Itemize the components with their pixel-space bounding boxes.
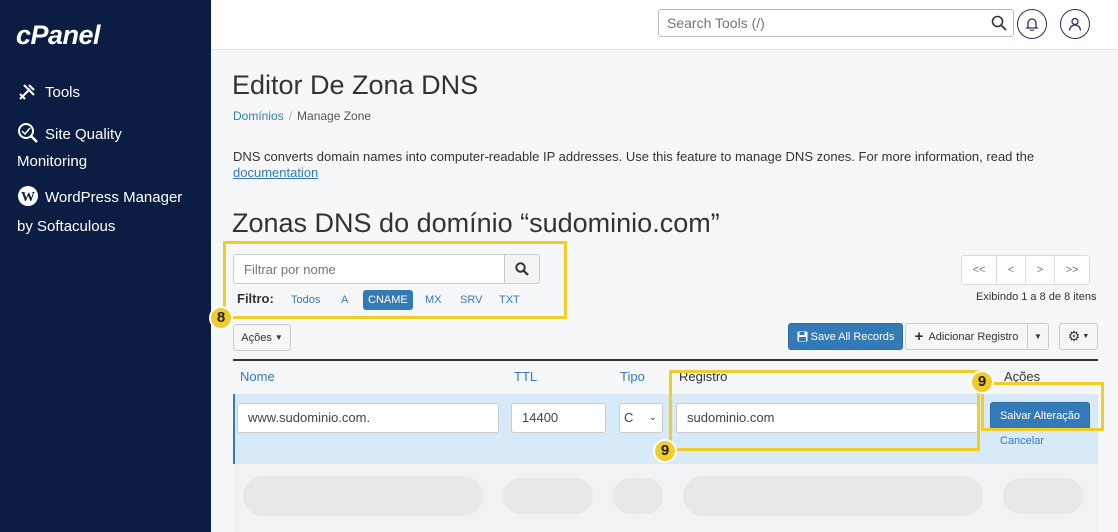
search-input[interactable]: [659, 10, 969, 36]
blurred-content: [1003, 478, 1083, 514]
column-header-type[interactable]: Tipo: [620, 369, 645, 384]
sidebar-item-site-quality[interactable]: Site Quality: [17, 121, 122, 148]
caret-down-icon: ▼: [1082, 333, 1090, 340]
breadcrumb: Domínios / Manage Zone: [233, 109, 371, 123]
sidebar-item-tools[interactable]: Tools: [17, 79, 80, 106]
save-all-records-button[interactable]: Save All Records: [788, 323, 903, 350]
settings-dropdown[interactable]: ⚙ ▼: [1059, 323, 1098, 350]
gear-icon: ⚙: [1067, 328, 1081, 344]
sidebar-item-label-cont[interactable]: by Softaculous: [17, 213, 115, 240]
bell-icon: [1025, 18, 1039, 31]
cancel-link[interactable]: Cancelar: [1000, 435, 1044, 447]
sidebar-item-label: WordPress Manager: [45, 189, 183, 206]
record-name-input[interactable]: www.sudominio.com.: [237, 403, 499, 433]
add-record-label: Adicionar Registro: [928, 330, 1019, 343]
main-content: Editor De Zona DNS Domínios / Manage Zone …: [209, 50, 1118, 532]
sidebar-item-label: Tools: [45, 84, 81, 101]
pager-last[interactable]: >>: [1054, 255, 1090, 285]
save-all-label: Save All Records: [810, 330, 895, 343]
documentation-link[interactable]: documentation: [233, 165, 318, 180]
pager-next[interactable]: >: [1025, 255, 1055, 285]
user-icon: [1068, 17, 1082, 31]
actions-label: Ações: [241, 331, 272, 344]
sidebar-item-label-cont[interactable]: Monitoring: [17, 148, 87, 175]
add-record-dropdown[interactable]: ▼: [1027, 323, 1049, 350]
blurred-content: [613, 478, 663, 514]
sidebar-item-wordpress[interactable]: W WordPress Manager: [17, 184, 182, 211]
table-top-border: [233, 359, 1098, 361]
blurred-rows: [233, 464, 1098, 532]
sidebar: cPanel Tools Site Quality Monitoring W W…: [0, 0, 211, 532]
pagination-status: Exibindo 1 a 8 de 8 itens: [976, 291, 1097, 303]
notifications-button[interactable]: [1017, 9, 1047, 39]
record-type-select[interactable]: C ⌄: [619, 403, 663, 433]
add-record-button[interactable]: + Adicionar Registro: [905, 323, 1028, 350]
floppy-icon: [797, 331, 808, 342]
caret-down-icon: ▼: [1034, 332, 1042, 341]
step-badge-9: 9: [970, 370, 994, 394]
record-ttl-input[interactable]: 14400: [511, 403, 606, 433]
actions-dropdown[interactable]: Ações ▼: [233, 324, 291, 351]
blurred-content: [503, 478, 593, 514]
wordpress-icon: W: [17, 185, 39, 207]
caret-down-icon: ▼: [274, 333, 283, 342]
column-header-name[interactable]: Nome: [240, 369, 275, 384]
record-type-value: C: [624, 410, 634, 425]
user-menu-button[interactable]: [1060, 9, 1090, 39]
chevron-down-icon: ⌄: [648, 412, 657, 423]
breadcrumb-current: Manage Zone: [297, 109, 372, 123]
svg-text:W: W: [21, 190, 35, 205]
highlight-save: [981, 382, 1104, 431]
step-badge-9: 9: [653, 439, 677, 463]
sidebar-item-label: Site Quality: [45, 126, 122, 143]
search-tools[interactable]: [658, 9, 1014, 37]
page-description: DNS converts domain names into computer-…: [233, 149, 1103, 181]
page-title: Editor De Zona DNS: [232, 70, 479, 100]
pager-prev[interactable]: <: [996, 255, 1026, 285]
highlight-filter: [223, 241, 567, 319]
site-quality-icon: [17, 122, 39, 144]
pager-first[interactable]: <<: [961, 255, 997, 285]
top-header: [211, 0, 1118, 50]
column-header-ttl[interactable]: TTL: [514, 369, 537, 384]
description-text: DNS converts domain names into computer-…: [233, 149, 1035, 164]
tools-icon: [17, 82, 39, 104]
zone-title: Zonas DNS do domínio “sudominio.com”: [232, 208, 720, 238]
breadcrumb-separator: /: [288, 109, 293, 123]
step-badge-8: 8: [209, 306, 233, 330]
cpanel-logo[interactable]: cPanel: [16, 20, 101, 51]
breadcrumb-domains[interactable]: Domínios: [233, 109, 284, 123]
plus-icon: +: [914, 328, 924, 345]
blurred-content: [243, 476, 483, 516]
pagination: << < > >>: [961, 255, 1090, 285]
search-icon[interactable]: [991, 15, 1007, 31]
highlight-record: [669, 370, 980, 451]
blurred-content: [683, 476, 983, 516]
